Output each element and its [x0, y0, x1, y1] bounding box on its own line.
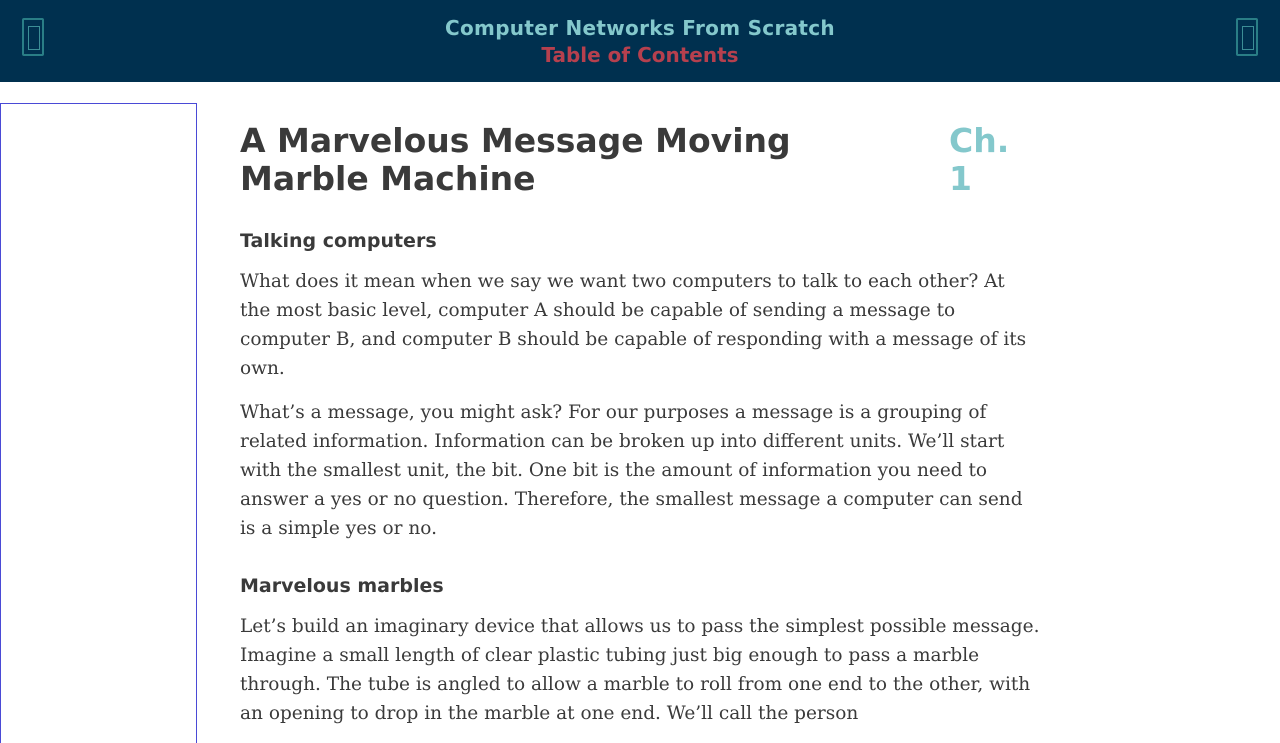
chapter-header: A Marvelous Message Moving Marble Machin… — [240, 118, 1040, 198]
sidebar[interactable] — [0, 103, 197, 743]
book-title[interactable]: Computer Networks From Scratch — [0, 16, 1280, 40]
section-heading: Talking computers — [240, 230, 437, 252]
chapter-number: Ch. 1 — [949, 121, 1010, 198]
paragraph: Let’s build an imaginary device that all… — [240, 616, 1040, 724]
top-bar: Computer Networks From Scratch Table of … — [0, 0, 1280, 82]
chapter-title: A Marvelous Message Moving Marble Machin… — [240, 121, 791, 198]
settings-icon[interactable] — [1236, 18, 1258, 56]
section-heading: Marvelous marbles — [240, 575, 444, 597]
paragraph: What’s a message, you might ask? For our… — [240, 402, 1023, 539]
table-of-contents-link[interactable]: Table of Contents — [0, 43, 1280, 67]
chapter-content: A Marvelous Message Moving Marble Machin… — [240, 118, 1040, 728]
paragraph: What does it mean when we say we want tw… — [240, 271, 1027, 379]
